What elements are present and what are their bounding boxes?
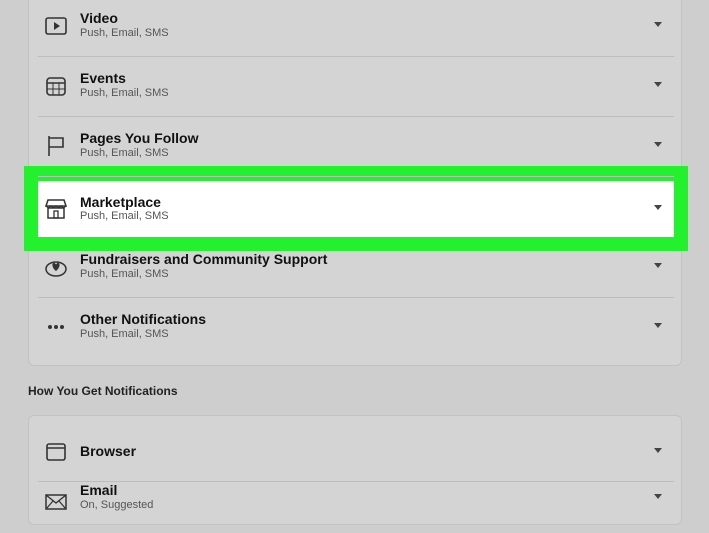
notification-row-events[interactable]: Events Push, Email, SMS: [38, 57, 674, 117]
notification-row-title: Events: [80, 70, 126, 86]
caret-down-icon[interactable]: [654, 22, 662, 27]
notification-row-title: Browser: [80, 443, 137, 459]
caret-down-icon[interactable]: [654, 82, 662, 87]
caret-down-icon[interactable]: [654, 205, 662, 210]
notification-row-subtitle: Push, Email, SMS: [80, 147, 169, 159]
caret-down-icon[interactable]: [654, 263, 662, 268]
caret-down-icon[interactable]: [654, 142, 662, 147]
notification-row-subtitle: Push, Email, SMS: [80, 87, 169, 99]
notification-row-marketplace[interactable]: Marketplace Push, Email, SMS: [38, 181, 674, 237]
notification-row-subtitle: Push, Email, SMS: [80, 27, 169, 39]
notification-row-title: Fundraisers and Community Support: [80, 251, 328, 267]
notification-row-subtitle: Push, Email, SMS: [80, 268, 169, 280]
notification-row-title: Email: [80, 482, 118, 498]
notification-row-subtitle: Push, Email, SMS: [80, 210, 169, 222]
fundraiser-icon: [44, 255, 68, 279]
envelope-icon: [44, 490, 68, 514]
caret-down-icon[interactable]: [654, 448, 662, 453]
notification-row-pages-you-follow[interactable]: Pages You Follow Push, Email, SMS: [38, 117, 674, 177]
caret-down-icon[interactable]: [654, 494, 662, 499]
notification-row-subtitle: On, Suggested: [80, 499, 154, 511]
caret-down-icon[interactable]: [654, 323, 662, 328]
storefront-icon: [44, 197, 68, 221]
notification-row-fundraisers[interactable]: Fundraisers and Community Support Push, …: [38, 238, 674, 298]
notification-row-title: Marketplace: [80, 194, 161, 210]
flag-icon: [44, 134, 68, 158]
browser-icon: [44, 440, 68, 464]
notification-row-subtitle: Push, Email, SMS: [80, 328, 169, 340]
more-icon: [44, 315, 68, 339]
notification-row-title: Pages You Follow: [80, 130, 199, 146]
calendar-icon: [44, 74, 68, 98]
notification-row-video[interactable]: Video Push, Email, SMS: [38, 0, 674, 57]
notification-row-other[interactable]: Other Notifications Push, Email, SMS: [38, 298, 674, 358]
notification-row-title: Video: [80, 10, 118, 26]
section-heading: How You Get Notifications: [28, 384, 178, 398]
video-icon: [44, 14, 68, 38]
notification-row-title: Other Notifications: [80, 311, 207, 327]
notification-row-email[interactable]: Email On, Suggested: [38, 473, 674, 533]
